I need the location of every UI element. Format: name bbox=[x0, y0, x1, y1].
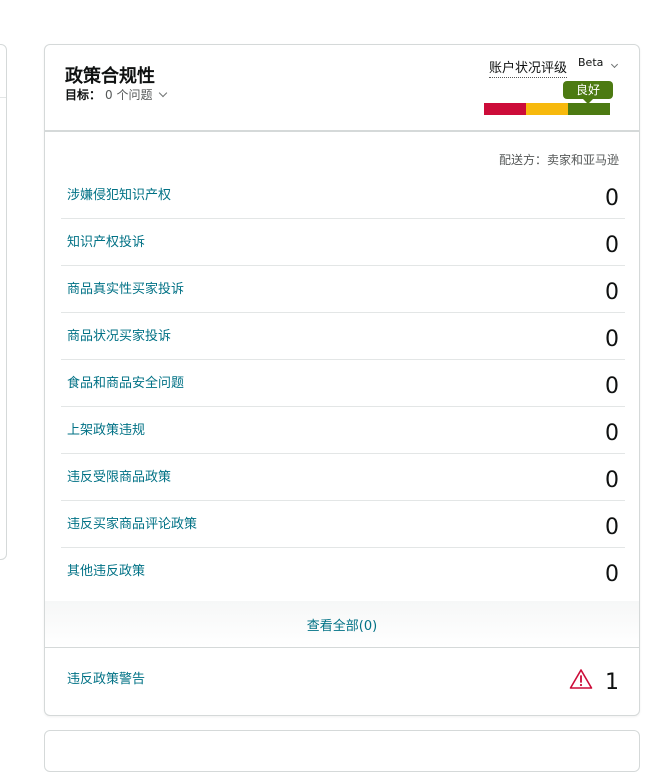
policy-link[interactable]: 涉嫌侵犯知识产权 bbox=[67, 184, 171, 203]
beta-label: Beta bbox=[578, 56, 604, 69]
policy-row: 违反受限商品政策 0 bbox=[61, 454, 625, 501]
policy-link[interactable]: 食品和商品安全问题 bbox=[67, 372, 184, 391]
target-label: 目标： bbox=[65, 88, 102, 102]
policy-row: 涉嫌侵犯知识产权 0 bbox=[61, 172, 625, 219]
policy-count: 0 bbox=[605, 515, 619, 540]
policy-row: 上架政策违规 0 bbox=[61, 407, 625, 454]
health-status-badge: 良好 bbox=[563, 81, 613, 104]
policy-warning-count: 1 bbox=[605, 670, 619, 695]
chevron-down-icon[interactable] bbox=[610, 60, 619, 69]
health-bar-yellow bbox=[526, 103, 568, 115]
health-bar-red bbox=[484, 103, 526, 115]
policy-count: 0 bbox=[605, 186, 619, 211]
left-panel-divider bbox=[0, 97, 6, 98]
header-divider bbox=[45, 130, 639, 132]
policy-link[interactable]: 商品真实性买家投诉 bbox=[67, 278, 184, 297]
policy-warning-link[interactable]: 违反政策警告 bbox=[67, 668, 145, 687]
left-panel-card bbox=[0, 44, 7, 560]
policy-list: 涉嫌侵犯知识产权 0 知识产权投诉 0 商品真实性买家投诉 0 商品状况买家投诉… bbox=[61, 172, 625, 594]
footer-divider bbox=[45, 647, 639, 648]
policy-warning-row: 违反政策警告 1 bbox=[61, 655, 625, 705]
policy-count: 0 bbox=[605, 562, 619, 587]
policy-link[interactable]: 违反买家商品评论政策 bbox=[67, 513, 197, 532]
policy-row: 知识产权投诉 0 bbox=[61, 219, 625, 266]
next-card bbox=[44, 730, 640, 772]
view-all-label[interactable]: 查看全部(0) bbox=[307, 619, 377, 634]
chevron-down-icon bbox=[159, 88, 168, 98]
target-dropdown[interactable]: 目标： 0 个问题 bbox=[65, 86, 168, 103]
target-value: 0 个问题 bbox=[105, 88, 153, 102]
policy-row: 食品和商品安全问题 0 bbox=[61, 360, 625, 407]
policy-count: 0 bbox=[605, 327, 619, 352]
policy-link[interactable]: 商品状况买家投诉 bbox=[67, 325, 171, 344]
policy-count: 0 bbox=[605, 233, 619, 258]
view-all-link[interactable]: 查看全部(0) bbox=[45, 615, 639, 634]
health-rating-title[interactable]: 账户状况评级 bbox=[489, 61, 568, 78]
policy-link[interactable]: 上架政策违规 bbox=[67, 419, 145, 438]
policy-row: 商品真实性买家投诉 0 bbox=[61, 266, 625, 313]
policy-count: 0 bbox=[605, 374, 619, 399]
policy-row: 其他违反政策 0 bbox=[61, 548, 625, 594]
card-title: 政策合规性 bbox=[65, 66, 155, 87]
policy-link[interactable]: 违反受限商品政策 bbox=[67, 466, 171, 485]
policy-row: 商品状况买家投诉 0 bbox=[61, 313, 625, 360]
policy-count: 0 bbox=[605, 280, 619, 305]
policy-link[interactable]: 其他违反政策 bbox=[67, 560, 145, 579]
fulfilled-by-label: 配送方：卖家和亚马逊 bbox=[498, 153, 619, 167]
policy-row: 违反买家商品评论政策 0 bbox=[61, 501, 625, 548]
policy-link[interactable]: 知识产权投诉 bbox=[67, 231, 145, 250]
policy-compliance-card: 政策合规性 目标： 0 个问题 账户状况评级 Beta 良好 配送方：卖家和亚马… bbox=[44, 44, 640, 716]
policy-count: 0 bbox=[605, 421, 619, 446]
health-bar-green bbox=[568, 103, 610, 115]
warning-triangle-icon bbox=[569, 669, 593, 689]
policy-count: 0 bbox=[605, 468, 619, 493]
